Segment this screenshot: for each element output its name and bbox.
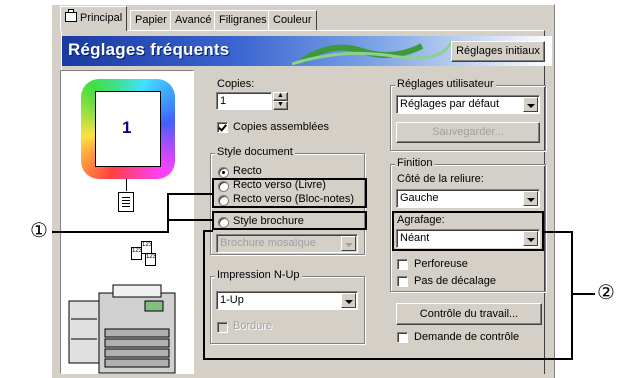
collate-checkbox[interactable] (217, 122, 228, 133)
banner-title: Réglages fréquents (68, 40, 230, 59)
tab-filigranes[interactable]: Filigranes (214, 10, 272, 30)
reset-settings-button[interactable]: Réglages initiaux (451, 41, 545, 62)
nup-dropdown[interactable]: 1-Up (216, 291, 358, 310)
tab-avance[interactable]: Avancé (170, 10, 217, 30)
border-label: Bordure (233, 320, 273, 332)
punch-checkbox[interactable] (397, 259, 408, 270)
nup-group (210, 276, 365, 344)
staple-highlight-box (392, 211, 544, 251)
chevron-down-icon (523, 97, 538, 112)
user-settings-dropdown[interactable]: Réglages par défaut (396, 95, 540, 114)
callout-2: ② (597, 280, 615, 304)
single-sided-document-icon (118, 192, 134, 212)
copies-down-button[interactable]: ▼ (273, 101, 288, 110)
decorative-swoosh-icon (292, 40, 452, 66)
tab-principal[interactable]: Principal (60, 6, 128, 31)
brochure-highlight-box (212, 211, 367, 230)
copies-input[interactable]: 1 (216, 92, 272, 110)
chevron-down-icon (523, 191, 538, 206)
brochure-layout-dropdown[interactable]: Brochure mosaïque (216, 234, 358, 253)
copies-up-button[interactable]: ▲ (273, 92, 288, 101)
page-preview: 1 (95, 91, 161, 167)
binding-label: Côté de la reliure: (397, 173, 484, 185)
border-checkbox[interactable] (217, 322, 228, 333)
frequent-settings-banner: Réglages fréquents Réglages initiaux (62, 36, 552, 66)
color-frame: 1 (81, 79, 175, 179)
offset-label: Pas de décalage (414, 275, 496, 287)
tab-couleur[interactable]: Couleur (268, 10, 317, 30)
binding-dropdown[interactable]: Gauche (396, 189, 540, 208)
chevron-down-icon (341, 293, 356, 308)
copies-label: Copies: (217, 78, 255, 90)
page-number: 1 (122, 118, 132, 137)
duplex-highlight-box (212, 178, 367, 208)
job-control-button[interactable]: Contrôle du travail... (396, 303, 542, 325)
confirm-checkbox[interactable] (397, 332, 408, 343)
printer-icon (65, 9, 77, 22)
callout-1: ① (30, 218, 48, 242)
finishing-label: Finition (395, 157, 435, 169)
printer-machine-icon (68, 284, 176, 374)
preview-panel: 1 123 123 123 (60, 70, 194, 374)
nup-label: Impression N-Up (215, 269, 302, 281)
offset-checkbox[interactable] (397, 276, 408, 287)
confirm-label: Demande de contrôle (414, 331, 520, 343)
radio-recto-label: Recto (233, 165, 262, 177)
punch-label: Perforeuse (414, 258, 468, 270)
collate-label: Copies assemblées (233, 121, 329, 133)
user-settings-label: Réglages utilisateur (395, 78, 496, 90)
document-style-label: Style document (215, 146, 295, 158)
chevron-down-icon (341, 236, 356, 251)
radio-recto[interactable] (218, 167, 229, 178)
tab-papier[interactable]: Papier (130, 10, 172, 30)
save-settings-button[interactable]: Sauvegarder... (396, 122, 540, 143)
